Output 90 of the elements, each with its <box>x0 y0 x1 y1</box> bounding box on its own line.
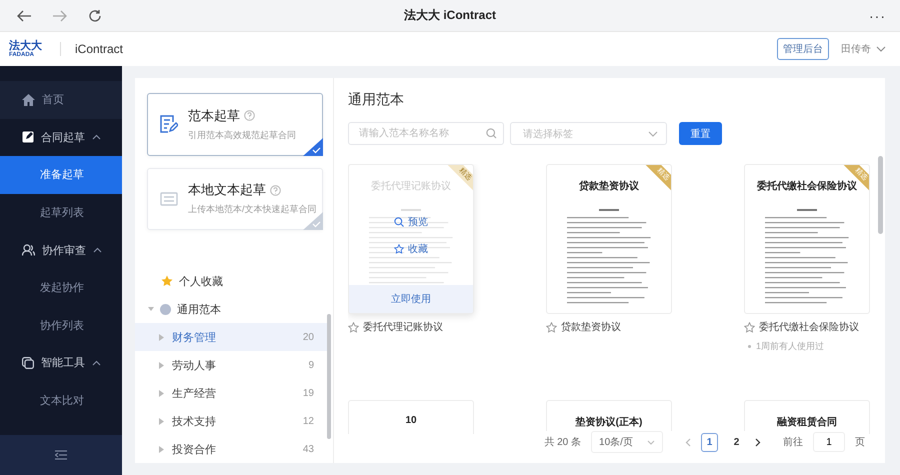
chevron-icon <box>92 134 101 140</box>
menu-item[interactable]: 首页 <box>0 81 122 119</box>
tree-item[interactable]: 个人收藏 <box>179 274 223 288</box>
tree-item[interactable]: 技术支持 12 <box>135 407 327 435</box>
menu-group[interactable]: 协作审查 <box>0 231 122 269</box>
search-icon <box>486 128 497 139</box>
tree-item[interactable]: 生产经营 19 <box>135 379 327 407</box>
template-title: 10 <box>405 415 417 426</box>
document-edit-icon <box>160 114 178 134</box>
folder-dot-icon <box>160 304 171 314</box>
template-name: 贷款垫资协议 <box>561 320 621 334</box>
more-menu-button[interactable]: ··· <box>869 8 886 24</box>
chevron-down-icon <box>876 46 886 52</box>
menu-group[interactable]: 合同起草 <box>0 118 122 156</box>
search-icon <box>394 217 404 227</box>
forward-icon[interactable] <box>52 10 68 22</box>
caret-icon <box>159 362 164 368</box>
page-button[interactable]: 1 <box>701 432 718 452</box>
caret-icon <box>159 334 164 340</box>
refresh-icon[interactable] <box>88 8 102 22</box>
caret-icon <box>159 390 164 396</box>
template-card[interactable]: 垫资协议(正本) <box>546 400 672 434</box>
app-name: iContract <box>75 42 124 56</box>
menu-item[interactable]: 起草列表 <box>0 194 122 232</box>
star-icon <box>161 275 173 287</box>
template-title: 委托代缴社会保险协议 <box>757 179 857 193</box>
menu-item[interactable]: 协作列表 <box>0 306 122 344</box>
caret-icon[interactable] <box>148 306 154 312</box>
star-outline-icon[interactable] <box>348 322 359 332</box>
preview-link[interactable]: 预览 <box>394 215 428 229</box>
mode-description: 上传本地范本/文本快速起草合同 <box>188 203 317 216</box>
scrollbar[interactable] <box>327 314 331 439</box>
help-icon[interactable] <box>270 184 281 196</box>
checkmark-corner-icon <box>303 212 323 230</box>
template-name: 委托代缴社会保险协议 <box>759 320 859 334</box>
chevron-down-icon <box>646 440 655 444</box>
star-outline-icon <box>394 244 404 254</box>
mode-title: 范本起草 <box>188 106 240 125</box>
page-input[interactable]: 1 <box>813 432 845 452</box>
template-title: 贷款垫资协议 <box>579 180 639 193</box>
template-card[interactable]: 10 <box>348 400 474 434</box>
user-menu[interactable]: 田传奇 <box>841 42 886 56</box>
edit-icon <box>22 131 34 144</box>
home-icon <box>22 94 35 106</box>
collapse-menu-icon[interactable] <box>55 450 67 460</box>
mode-card[interactable]: 本地文本起草 上传本地范本/文本快速起草合同 <box>147 168 323 230</box>
menu-item[interactable]: 准备起草 <box>0 156 122 194</box>
mode-description: 引用范本高效规范起草合同 <box>188 128 296 142</box>
page-size-select[interactable]: 10条/页 <box>591 431 663 453</box>
section-title: 通用范本 <box>348 91 405 109</box>
star-outline-icon[interactable] <box>546 322 557 332</box>
template-title: 垫资协议(正本) <box>576 416 642 429</box>
chevron-icon <box>93 247 102 254</box>
template-title: 融资租赁合同 <box>777 416 837 429</box>
reset-button[interactable]: 重置 <box>679 122 722 145</box>
menu-group[interactable]: 智能工具 <box>0 344 122 382</box>
menu-item[interactable]: 发起协作 <box>0 268 122 307</box>
caret-icon <box>159 418 164 424</box>
mode-title: 本地文本起草 <box>188 181 266 200</box>
template-name: 委托代理记账协议 <box>363 320 443 334</box>
tree-node[interactable]: 通用范本 <box>135 295 333 323</box>
total-count: 共 20 条 <box>544 436 581 449</box>
admin-button[interactable]: 管理后台 <box>777 38 829 60</box>
template-card[interactable]: 融资租赁合同 <box>744 400 870 434</box>
use-now-button[interactable]: 立即使用 <box>349 285 473 313</box>
goto-label: 前往 <box>783 436 803 449</box>
favorite-link[interactable]: 收藏 <box>394 242 428 256</box>
help-icon[interactable] <box>244 110 255 122</box>
copy-icon <box>22 356 34 369</box>
tree-item[interactable]: 财务管理 20 <box>135 323 327 351</box>
bullet-icon <box>748 345 751 348</box>
mode-card[interactable]: 范本起草 引用范本高效规范起草合同 <box>147 93 323 156</box>
page-unit: 页 <box>855 436 865 449</box>
checkmark-corner-icon <box>303 138 323 156</box>
menu-item[interactable]: 文本比对 <box>0 382 122 420</box>
people-icon <box>22 244 35 256</box>
previous-page-icon[interactable] <box>685 438 691 446</box>
tree-item[interactable]: 投资合作 43 <box>135 435 327 463</box>
caret-icon <box>159 446 164 452</box>
chevron-icon <box>92 360 101 366</box>
scrollbar[interactable] <box>878 156 883 234</box>
tree-item[interactable]: 劳动人事 9 <box>135 351 327 379</box>
search-field[interactable]: 请输入范本名称名称 <box>348 122 504 145</box>
document-icon <box>160 192 178 206</box>
star-outline-icon[interactable] <box>744 322 755 332</box>
usage-note: 1周前有人使用过 <box>756 340 824 353</box>
browser-title: 法大大 iContract <box>404 7 496 24</box>
chevron-down-icon <box>648 130 658 136</box>
next-page-icon[interactable] <box>755 438 761 446</box>
back-icon[interactable] <box>16 10 32 22</box>
